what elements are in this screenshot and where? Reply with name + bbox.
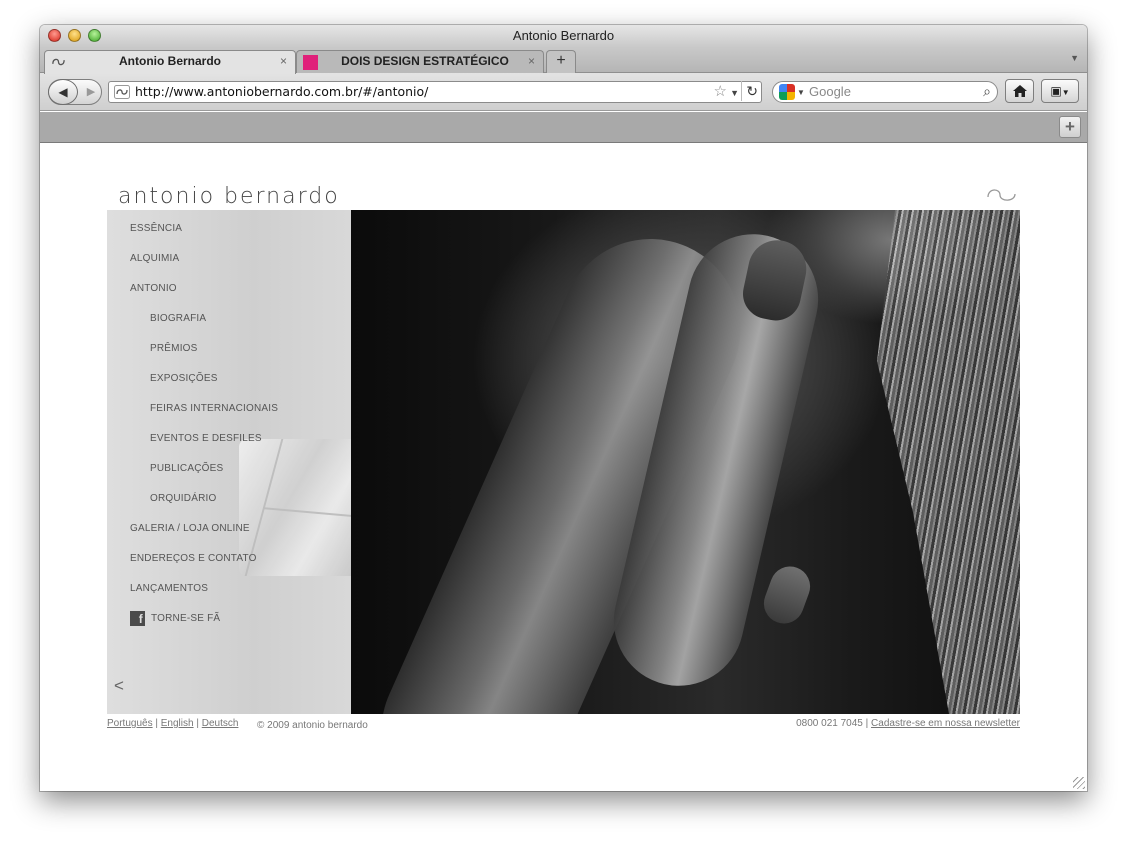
site-logo-icon — [114, 85, 130, 99]
google-icon[interactable] — [779, 84, 795, 100]
page-content: antonio bernardo ESSÊNCIA ALQUIMIA ANTON… — [40, 144, 1087, 791]
tab-list-icon[interactable]: ▼ — [1070, 53, 1079, 63]
close-window-button[interactable] — [48, 29, 61, 42]
home-button[interactable] — [1005, 79, 1034, 103]
bookmarks-icon: ▣ — [1050, 84, 1062, 98]
menu-item-exposicoes[interactable]: EXPOSIÇÕES — [107, 368, 351, 398]
tab-antonio-bernardo[interactable]: Antonio Bernardo × — [44, 50, 296, 74]
window-controls — [48, 29, 101, 42]
home-icon — [1012, 85, 1027, 97]
bookmarks-toolbar: + — [40, 112, 1087, 143]
footer-contact: 0800 021 7045 | Cadastre-se em nossa new… — [796, 718, 1020, 729]
history-dropdown-icon[interactable]: ▼ — [730, 83, 739, 103]
menu-item-torne-se-fa[interactable]: f TORNE-SE FÃ — [107, 608, 351, 638]
minimize-window-button[interactable] — [68, 29, 81, 42]
window-title: Antonio Bernardo — [512, 28, 615, 43]
lang-link-deutsch[interactable]: Deutsch — [202, 718, 239, 729]
url-text[interactable]: http://www.antoniobernardo.com.br/#/anto… — [135, 82, 428, 102]
menu-item-eventos-e-desfiles[interactable]: EVENTOS E DESFILES — [107, 428, 351, 458]
site-logo[interactable]: antonio bernardo — [118, 184, 340, 209]
search-bar[interactable]: ▼ Google ⌕ — [772, 81, 998, 103]
add-button[interactable]: + — [1059, 116, 1081, 138]
tab-label: Antonio Bernardo — [119, 54, 221, 68]
language-links: Português | English | Deutsch — [107, 718, 239, 729]
hero-stage: ESSÊNCIA ALQUIMIA ANTONIO BIOGRAFIA PRÊM… — [107, 210, 1020, 714]
site-footer: Português | English | Deutsch © 2009 ant… — [107, 718, 1020, 734]
bookmarks-menu-button[interactable]: ▣▼ — [1041, 79, 1079, 103]
menu-item-biografia[interactable]: BIOGRAFIA — [107, 308, 351, 338]
menu-item-essencia[interactable]: ESSÊNCIA — [107, 218, 351, 248]
newsletter-link[interactable]: Cadastre-se em nossa newsletter — [871, 718, 1020, 729]
back-button[interactable]: ◀ — [48, 79, 78, 105]
resize-grip-icon[interactable] — [1073, 777, 1085, 789]
menu-item-orquidario[interactable]: ORQUIDÁRIO — [107, 488, 351, 518]
search-input[interactable]: Google — [809, 82, 851, 102]
bookmark-star-icon[interactable]: ☆ — [714, 82, 727, 102]
copyright-text: © 2009 antonio bernardo — [257, 720, 368, 731]
menu-item-lancamentos[interactable]: LANÇAMENTOS — [107, 578, 351, 608]
search-icon[interactable]: ⌕ — [983, 81, 991, 101]
new-tab-button[interactable]: + — [546, 50, 576, 73]
menu-item-label: TORNE-SE FÃ — [151, 613, 221, 624]
chevron-down-icon: ▼ — [1061, 88, 1070, 97]
site-menu: ESSÊNCIA ALQUIMIA ANTONIO BIOGRAFIA PRÊM… — [107, 210, 351, 714]
search-engine-dropdown-icon[interactable]: ▼ — [797, 83, 805, 103]
menu-item-publicacoes[interactable]: PUBLICAÇÕES — [107, 458, 351, 488]
menu-item-premios[interactable]: PRÊMIOS — [107, 338, 351, 368]
menu-item-galeria-loja-online[interactable]: GALERIA / LOJA ONLINE — [107, 518, 351, 548]
menu-item-feiras-internacionais[interactable]: FEIRAS INTERNACIONAIS — [107, 398, 351, 428]
lang-link-english[interactable]: English — [161, 718, 194, 729]
address-bar[interactable]: http://www.antoniobernardo.com.br/#/anto… — [108, 81, 762, 103]
tab-label: DOIS DESIGN ESTRATÉGICO — [341, 54, 509, 68]
navigation-toolbar: ◀ ▶ http://www.antoniobernardo.com.br/#/… — [40, 73, 1087, 111]
collapse-menu-button[interactable]: < — [114, 676, 124, 696]
zoom-window-button[interactable] — [88, 29, 101, 42]
lang-link-portugues[interactable]: Português — [107, 718, 153, 729]
back-forward-group: ◀ ▶ — [48, 79, 102, 105]
tab-close-icon[interactable]: × — [528, 51, 535, 72]
phone-number: 0800 021 7045 — [796, 718, 863, 729]
tab-close-icon[interactable]: × — [280, 51, 287, 72]
title-bar: Antonio Bernardo — [40, 25, 1087, 47]
hero-photo — [351, 210, 1020, 714]
reload-icon[interactable]: ↻ — [741, 81, 758, 101]
menu-item-antonio[interactable]: ANTONIO — [107, 278, 351, 308]
menu-item-enderecos-e-contato[interactable]: ENDEREÇOS E CONTATO — [107, 548, 351, 578]
tab-dois-design[interactable]: DOIS DESIGN ESTRATÉGICO × — [296, 50, 544, 73]
browser-window: Antonio Bernardo Antonio Bernardo × DOIS… — [40, 25, 1087, 791]
facebook-icon: f — [130, 611, 145, 626]
menu-item-alquimia[interactable]: ALQUIMIA — [107, 248, 351, 278]
brand-mark-icon — [987, 189, 1016, 201]
tab-bar: Antonio Bernardo × DOIS DESIGN ESTRATÉGI… — [40, 47, 1087, 74]
forward-button[interactable]: ▶ — [82, 80, 100, 104]
